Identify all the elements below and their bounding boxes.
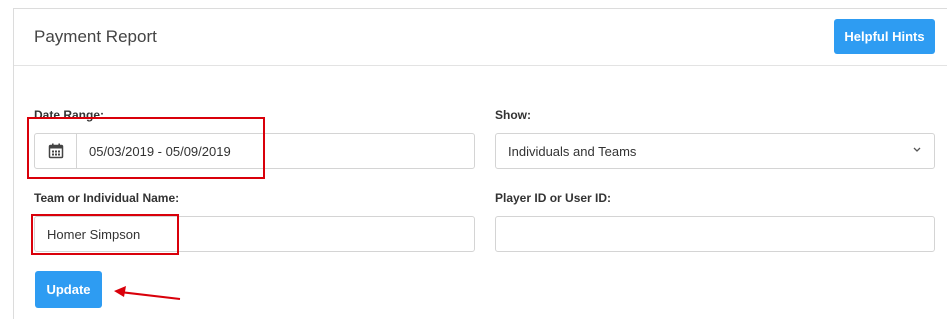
date-range-label: Date Range: bbox=[34, 108, 105, 122]
team-name-input[interactable]: Homer Simpson bbox=[34, 216, 475, 252]
helpful-hints-button[interactable]: Helpful Hints bbox=[834, 19, 935, 54]
payment-report-panel: Payment Report Helpful Hints Date Range:… bbox=[13, 8, 947, 319]
panel-header: Payment Report Helpful Hints bbox=[14, 9, 947, 66]
show-label: Show: bbox=[495, 108, 531, 122]
player-id-input[interactable] bbox=[495, 216, 935, 252]
player-id-label: Player ID or User ID: bbox=[495, 191, 612, 205]
annotation-arrow bbox=[114, 286, 181, 300]
date-range-field[interactable]: 05/03/2019 - 05/09/2019 bbox=[34, 133, 475, 169]
chevron-down-icon bbox=[913, 147, 921, 152]
show-select[interactable]: Individuals and Teams bbox=[495, 133, 935, 169]
update-button[interactable]: Update bbox=[35, 271, 102, 308]
page-title: Payment Report bbox=[34, 27, 157, 46]
calendar-button[interactable] bbox=[35, 134, 77, 168]
calendar-icon bbox=[48, 143, 63, 159]
team-name-value: Homer Simpson bbox=[47, 227, 141, 242]
team-name-label: Team or Individual Name: bbox=[34, 191, 180, 205]
date-range-value: 05/03/2019 - 05/09/2019 bbox=[89, 144, 231, 159]
show-selected-value: Individuals and Teams bbox=[508, 144, 637, 159]
